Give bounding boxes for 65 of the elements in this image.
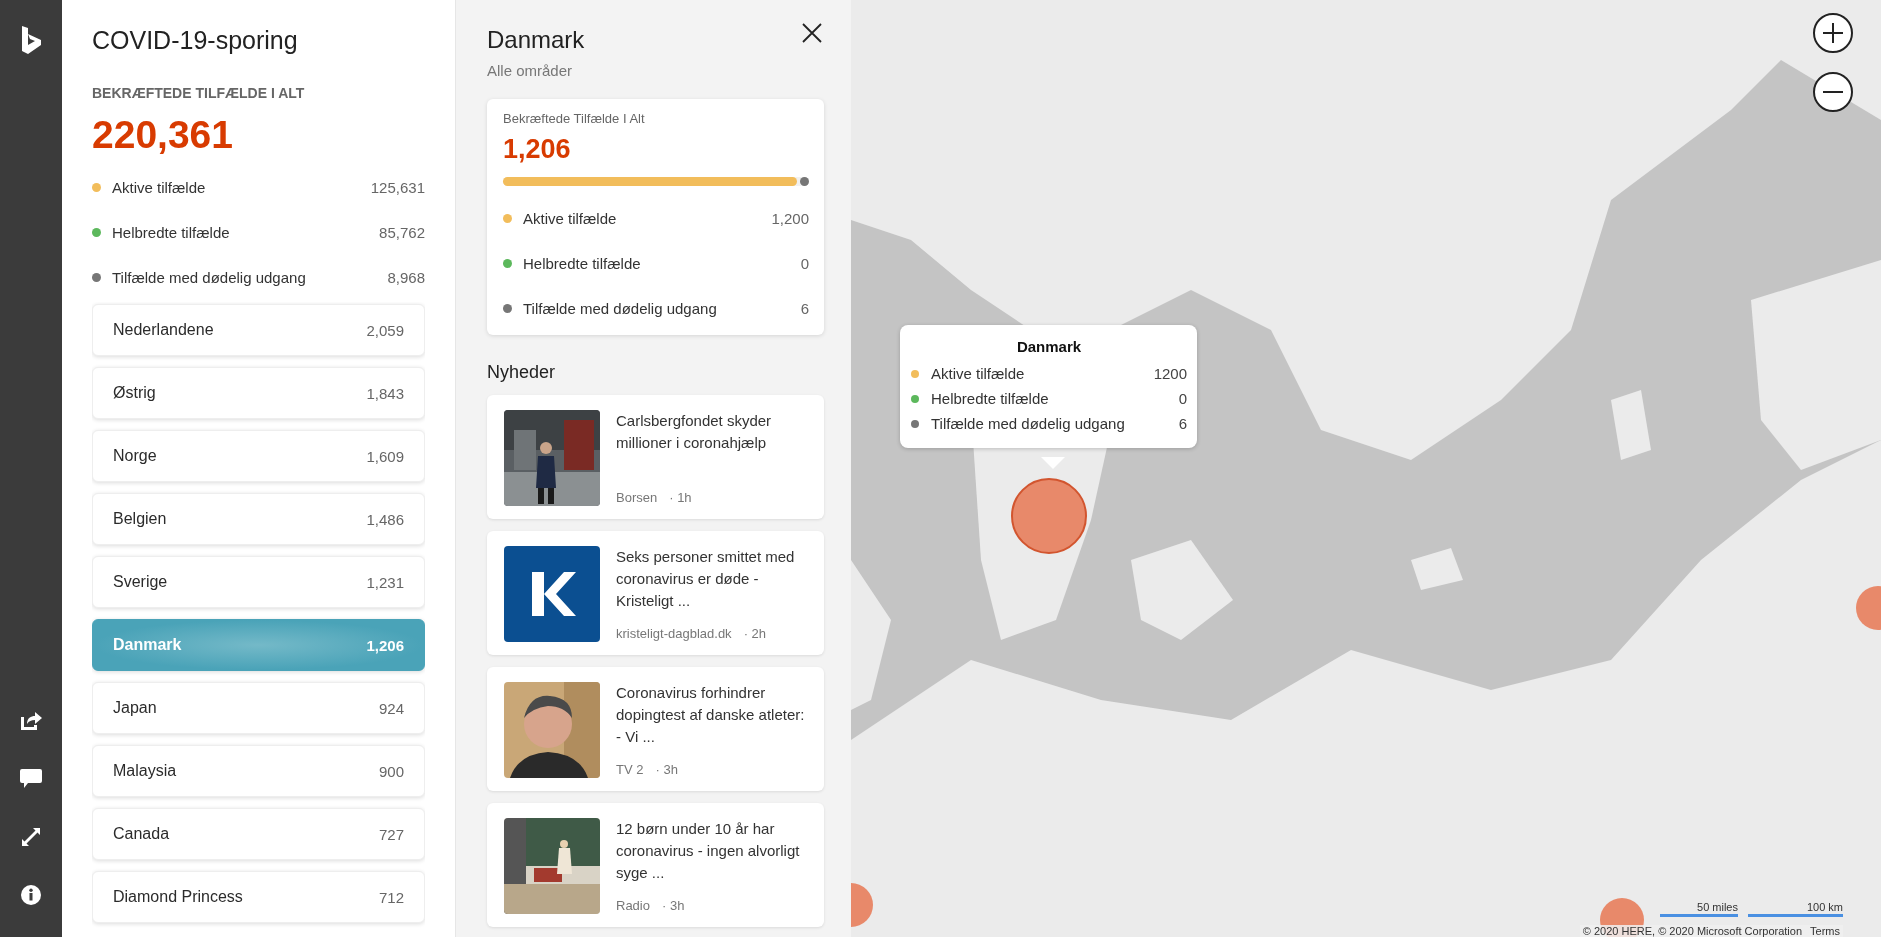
chat-icon[interactable] [20,769,42,789]
tooltip-title: Danmark [1015,338,1083,355]
news-headline: Seks personer smittet med coronavirus er døde - Kristeligt ... [616,547,796,611]
country-item[interactable]: Malaysia 900 [92,745,425,797]
stat-label: Helbredte tilfælde [112,224,231,241]
stat-value: 0 [800,255,809,272]
country-item[interactable]: Belgien 1,486 [92,493,425,545]
stat-label: Tilfælde med dødelig udgang [112,269,307,286]
map-attribution: © 2020 HERE, © 2020 Microsoft Corporation [1582,925,1803,937]
region-subtitle: Alle områder [487,62,574,79]
country-item[interactable]: Nederlandene 2,059 [92,304,425,356]
total-count: 220,361 [92,112,234,158]
news-headline: 12 børn under 10 år har coronavirus - ingen alvorligt syge ... [616,819,801,883]
info-icon[interactable] [21,885,41,905]
terms-link[interactable]: Terms [1810,925,1840,937]
stat-value: 8,968 [387,269,425,286]
stat-label: Aktive tilfælde [523,210,618,227]
stat-label: Aktive tilfælde [931,365,1026,382]
news-age: · 3h [661,898,685,913]
scale-label: 100 km [1806,901,1843,913]
section-heading: Nyheder [487,362,557,383]
country-item[interactable]: Diamond Princess 712 [92,871,425,923]
news-age: · 1h [669,490,692,505]
country-item[interactable]: Japan 924 [92,682,425,734]
close-icon[interactable] [802,23,822,43]
news-card[interactable]: Seks personer smittet med coronavirus er døde - Kristeligt ... kristeligt-dagblad.dk · 2h [487,531,824,655]
scale-label: 50 miles [1697,901,1738,913]
expand-icon[interactable] [21,827,41,847]
total-count: 1,206 [503,134,572,165]
news-card[interactable]: 12 børn under 10 år har coronavirus - ingen alvorligt syge ... Radio · 3h [487,803,824,927]
news-source: kristeligt-dagblad.dk [616,626,732,641]
stat-value: 85,762 [379,224,425,241]
total-label: Bekræftede Tilfælde I Alt [503,111,646,126]
news-source: TV 2 [616,762,644,777]
stat-value: 0 [1178,390,1187,407]
news-source: Borsen [616,490,658,505]
stat-value: 125,631 [370,179,425,196]
share-icon[interactable] [20,711,42,731]
news-card[interactable]: Coronavirus forhindrer dopingtest af danske atleter: - Vi ... TV 2 · 3h [487,667,824,791]
country-item[interactable]: Norge 1,609 [92,430,425,482]
news-headline: Carlsbergfondet skyder millioner i coronahjælp [616,411,773,453]
country-item[interactable]: Canada 727 [92,808,425,860]
stat-label: Helbredte tilfælde [523,255,642,272]
country-item[interactable]: Østrig 1,843 [92,367,425,419]
progress-end-dot [800,177,809,186]
stat-value: 1200 [1153,365,1187,382]
news-headline: Coronavirus forhindrer dopingtest af danske atleter: - Vi ... [616,683,806,747]
total-label: BEKRÆFTEDE TILFÆLDE I ALT [92,85,306,101]
news-card[interactable]: Carlsbergfondet skyder millioner i coronahjælp Borsen · 1h [487,395,824,519]
news-age: · 2h [743,626,767,641]
country-item[interactable]: Sverige 1,231 [92,556,425,608]
stat-value: 6 [800,300,809,317]
plus-icon [1822,22,1844,44]
stat-label: Tilfælde med dødelig udgang [931,415,1126,432]
news-source: Radio [616,898,650,913]
stat-value: 1,200 [771,210,809,227]
stat-label: Aktive tilfælde [112,179,207,196]
minus-icon [1822,90,1844,94]
stat-label: Helbredte tilfælde [931,390,1050,407]
stat-label: Tilfælde med dødelig udgang [523,300,718,317]
region-title: Danmark [487,26,586,54]
stat-value: 6 [1178,415,1187,432]
logo-icon[interactable] [20,26,42,56]
app-title: COVID-19-sporing [92,26,299,55]
news-age: · 3h [655,762,678,777]
